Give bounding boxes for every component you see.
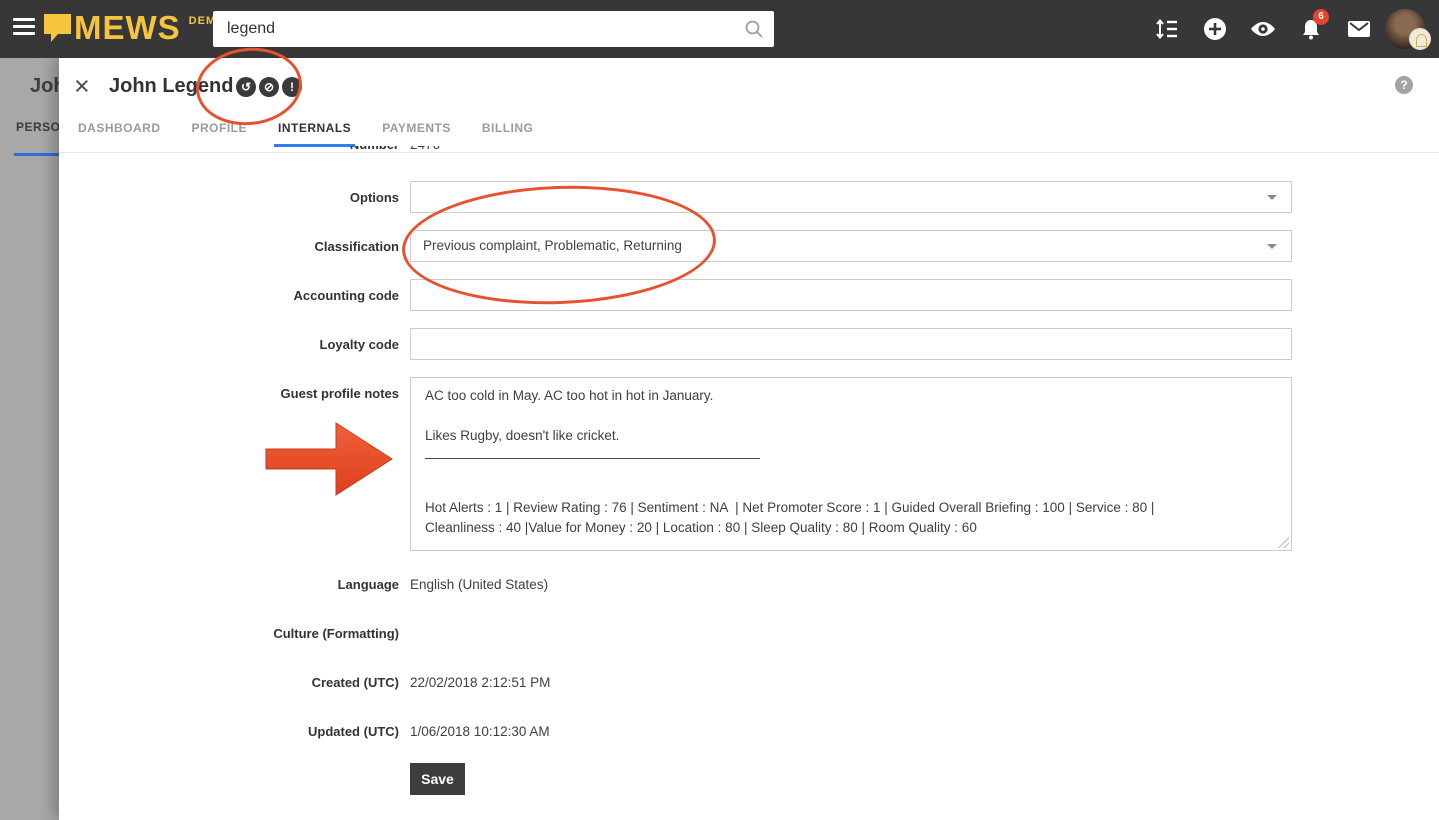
options-label: Options [119, 190, 399, 205]
notes-line-1: AC too cold in May. AC too hot in hot in… [425, 386, 1277, 406]
classification-badges: ↺ ⊘ ! [236, 77, 302, 97]
notes-stats-line-2: Cleanliness : 40 |Value for Money : 20 |… [425, 518, 1277, 538]
notes-divider-line [425, 458, 760, 459]
language-value: English (United States) [410, 577, 548, 592]
add-icon[interactable] [1191, 0, 1239, 58]
eye-icon[interactable] [1239, 0, 1287, 58]
internals-form: Number 2476 Options Classification Previ… [59, 146, 1439, 820]
created-label: Created (UTC) [119, 675, 399, 690]
updated-value: 1/06/2018 10:12:30 AM [410, 724, 550, 739]
customer-name-title: John Legend [109, 75, 233, 98]
tab-payments[interactable]: PAYMENTS [382, 116, 451, 147]
tab-dashboard[interactable]: DASHBOARD [78, 116, 161, 147]
guest-notes-textarea[interactable]: AC too cold in May. AC too hot in hot in… [410, 377, 1292, 551]
tab-profile[interactable]: PROFILE [192, 116, 248, 147]
profile-tabs: DASHBOARD PROFILE INTERNALS PAYMENTS BIL… [59, 116, 564, 147]
tab-internals[interactable]: INTERNALS [278, 116, 351, 147]
loyalty-code-label: Loyalty code [119, 337, 399, 352]
notifications-count-badge: 6 [1313, 9, 1329, 25]
global-search [213, 11, 774, 47]
notes-line-2: Likes Rugby, doesn't like cricket. [425, 426, 1277, 446]
dimmed-background-page: John PERSO [0, 58, 59, 820]
brand-name: MEWS [74, 8, 181, 48]
problematic-badge-icon: ⊘ [259, 77, 279, 97]
language-label: Language [119, 577, 399, 592]
top-bar: MEWS DEMO [0, 0, 1439, 58]
close-icon[interactable]: × [74, 72, 90, 100]
property-logo-badge [1409, 28, 1431, 50]
search-input[interactable] [213, 11, 774, 47]
notifications-bell-icon[interactable]: 6 [1287, 0, 1335, 58]
mews-flag-icon [44, 14, 71, 44]
notes-stats-line-1: Hot Alerts : 1 | Review Rating : 76 | Se… [425, 498, 1277, 518]
background-page-title: John [30, 75, 59, 98]
save-button[interactable]: Save [410, 763, 465, 795]
topbar-actions: 6 [1143, 0, 1439, 58]
previous-complaint-badge-icon: ! [282, 77, 302, 97]
classification-select[interactable]: Previous complaint, Problematic, Returni… [410, 230, 1292, 262]
options-select[interactable] [410, 181, 1292, 213]
classification-value: Previous complaint, Problematic, Returni… [423, 238, 682, 253]
user-avatar[interactable] [1383, 0, 1439, 58]
customer-profile-modal: × John Legend ↺ ⊘ ! DASHBOARD PROFILE IN… [59, 58, 1439, 820]
returning-badge-icon: ↺ [236, 77, 256, 97]
brand-logo[interactable]: MEWS DEMO [44, 8, 226, 48]
background-tab-underline [14, 153, 59, 156]
created-value: 22/02/2018 2:12:51 PM [410, 675, 550, 690]
textarea-resize-handle[interactable] [1277, 536, 1289, 548]
accounting-code-label: Accounting code [119, 288, 399, 303]
updated-label: Updated (UTC) [119, 724, 399, 739]
search-icon[interactable] [744, 19, 764, 39]
tab-billing[interactable]: BILLING [482, 116, 534, 147]
chevron-down-icon [1267, 244, 1277, 249]
classification-label: Classification [119, 239, 399, 254]
background-tab-personal: PERSO [16, 120, 59, 134]
loyalty-code-input[interactable] [410, 328, 1292, 360]
header-divider [59, 152, 1439, 153]
culture-label: Culture (Formatting) [119, 626, 399, 641]
guest-notes-label: Guest profile notes [119, 386, 399, 401]
timeline-icon[interactable] [1143, 0, 1191, 58]
hamburger-menu-icon[interactable] [13, 18, 35, 40]
messages-envelope-icon[interactable] [1335, 0, 1383, 58]
accounting-code-input[interactable] [410, 279, 1292, 311]
help-icon[interactable]: ? [1395, 76, 1413, 94]
chevron-down-icon [1267, 195, 1277, 200]
